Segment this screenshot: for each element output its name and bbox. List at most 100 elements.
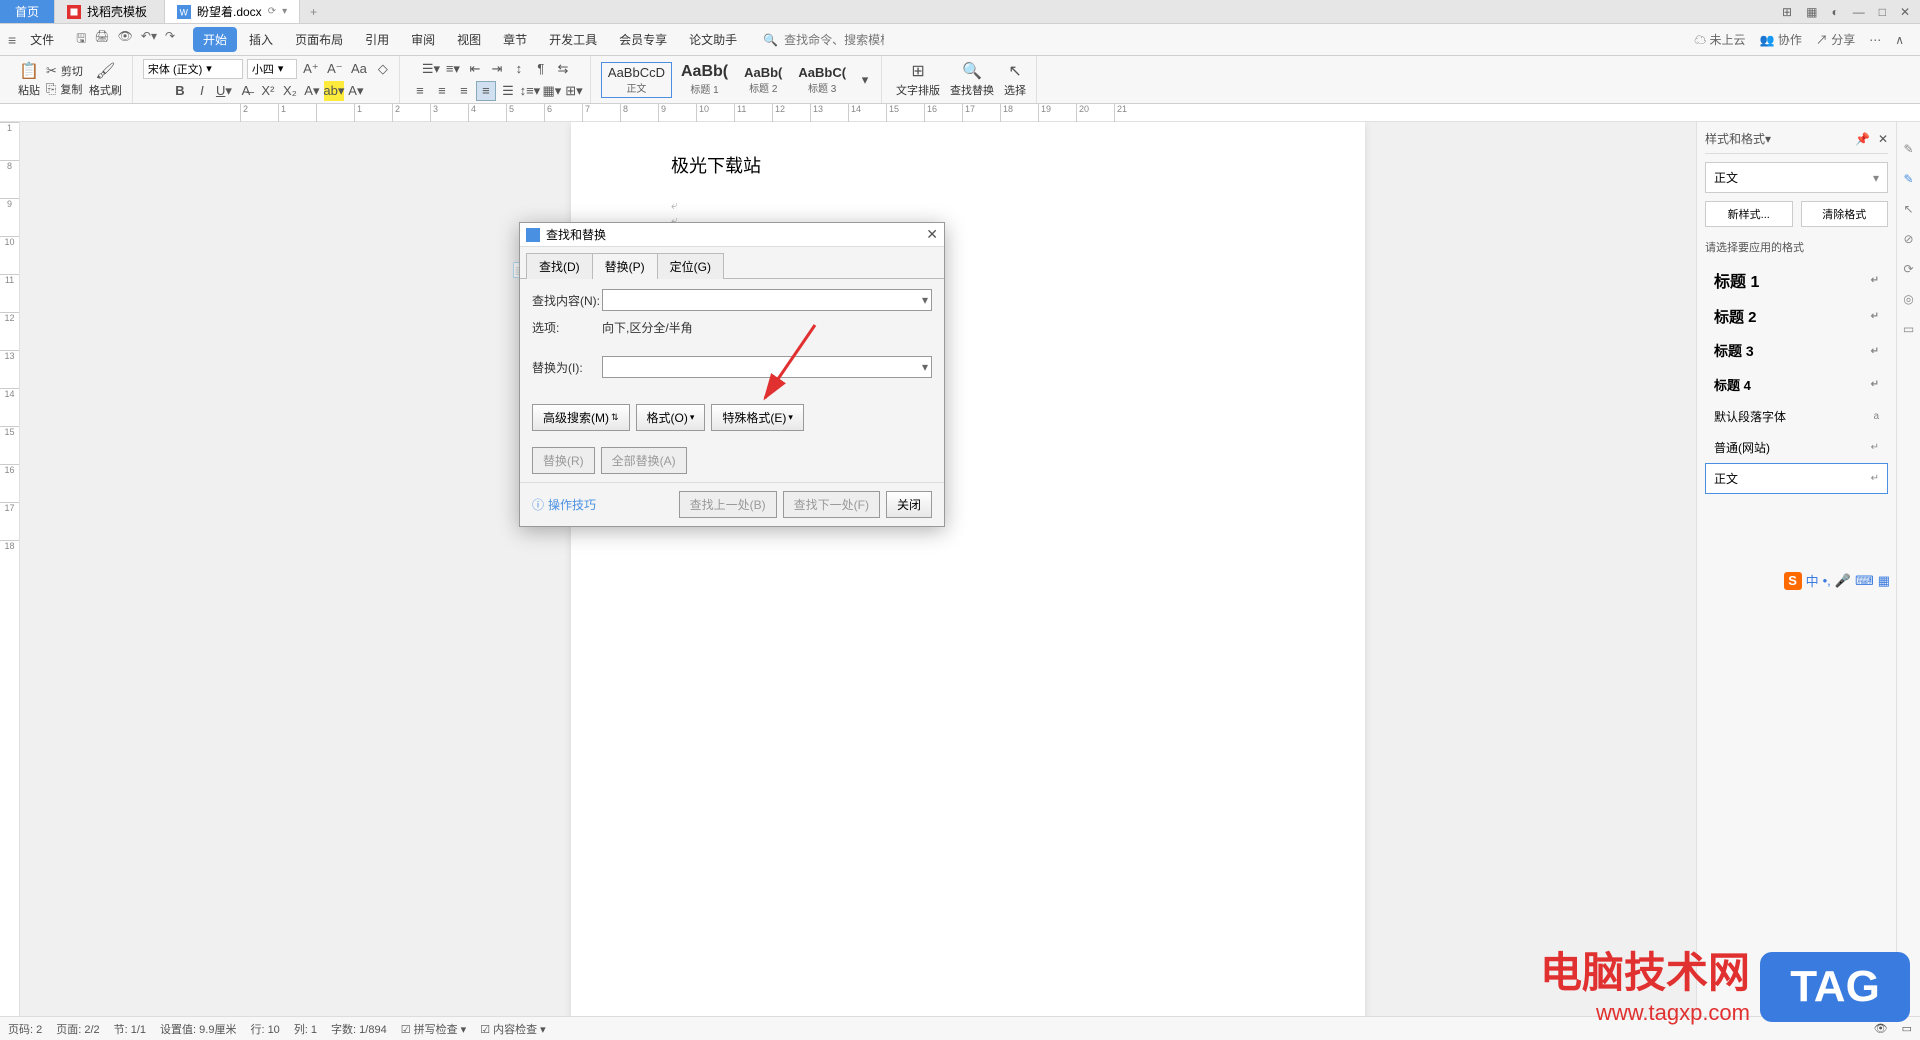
ime-menu-icon[interactable]: ▦	[1878, 573, 1890, 589]
chevron-down-icon[interactable]: ▾	[922, 293, 928, 307]
status-pages[interactable]: 页面: 2/2	[56, 1021, 99, 1037]
coop-button[interactable]: 👥 协作	[1760, 31, 1802, 48]
text-layout-button[interactable]: ⊞文字排版	[892, 59, 944, 100]
find-prev-button[interactable]: 查找上一处(B)	[679, 491, 777, 518]
close-icon[interactable]: ✕	[1900, 5, 1910, 19]
status-page[interactable]: 页码: 2	[8, 1021, 42, 1037]
style-normal[interactable]: AaBbCcD正文	[601, 62, 672, 98]
maximize-icon[interactable]: □	[1879, 5, 1886, 19]
status-words[interactable]: 字数: 1/894	[331, 1021, 387, 1037]
align-justify-button[interactable]: ≡	[476, 81, 496, 101]
status-position[interactable]: 设置值: 9.9厘米	[160, 1021, 236, 1037]
dialog-close-icon[interactable]: ✕	[926, 226, 938, 243]
style-more-button[interactable]: ▾	[855, 70, 875, 90]
rail-cloud-icon[interactable]: ⟳	[1903, 262, 1913, 276]
chevron-down-icon[interactable]: ▾	[922, 360, 928, 374]
copy-button[interactable]: ⎘复制	[46, 81, 83, 97]
hamburger-icon[interactable]: ≡	[8, 32, 16, 48]
save-icon[interactable]: 🖫	[76, 29, 86, 50]
font-size-select[interactable]: 小四▾	[247, 59, 297, 79]
menu-tab-view[interactable]: 视图	[447, 27, 491, 52]
replace-one-button[interactable]: 替换(R)	[532, 447, 595, 474]
distribute-button[interactable]: ☰	[498, 81, 518, 101]
indent-inc-button[interactable]: ⇥	[487, 59, 507, 79]
view-eye-icon[interactable]: 👁	[1874, 1022, 1888, 1035]
print-icon[interactable]: 🖨	[94, 29, 109, 50]
tab-sync-icon[interactable]: ⟳	[268, 6, 276, 17]
dialog-titlebar[interactable]: 查找和替换 ✕	[520, 223, 944, 247]
rail-limit-icon[interactable]: ⊘	[1903, 232, 1913, 246]
italic-button[interactable]: I	[192, 81, 212, 101]
ime-lang[interactable]: 中	[1806, 571, 1819, 590]
rail-select-icon[interactable]: ↖	[1903, 202, 1913, 216]
panel-close-icon[interactable]: ✕	[1878, 132, 1888, 146]
bullets-button[interactable]: ☰▾	[421, 59, 441, 79]
clear-format-button[interactable]: ◇	[373, 59, 393, 79]
sort-button[interactable]: ↕	[509, 59, 529, 79]
skin-icon[interactable]: ◐	[1831, 5, 1838, 19]
share-button[interactable]: ↗ 分享	[1816, 31, 1855, 48]
view-mode-icon[interactable]: ▭	[1902, 1022, 1912, 1035]
style-item-normal[interactable]: 正文↵	[1705, 463, 1888, 494]
collapse-icon[interactable]: ∧	[1895, 33, 1904, 47]
find-next-button[interactable]: 查找下一处(F)	[783, 491, 880, 518]
menu-search[interactable]: 🔍	[763, 33, 884, 47]
minimize-icon[interactable]: —	[1853, 5, 1865, 19]
redo-icon[interactable]: ↷	[165, 29, 175, 50]
close-button[interactable]: 关闭	[886, 491, 932, 518]
style-item-web[interactable]: 普通(网站)↵	[1705, 432, 1888, 463]
replace-input[interactable]: ▾	[602, 356, 932, 378]
preview-icon[interactable]: 👁	[118, 29, 133, 50]
ime-punct-icon[interactable]: •,	[1823, 573, 1831, 588]
align-right-button[interactable]: ≡	[454, 81, 474, 101]
menu-tab-member[interactable]: 会员专享	[609, 27, 677, 52]
pin-icon[interactable]: 📌	[1855, 132, 1870, 146]
new-style-button[interactable]: 新样式...	[1705, 201, 1793, 227]
status-line[interactable]: 行: 10	[250, 1021, 279, 1037]
tab-template[interactable]: 找稻壳模板	[55, 0, 165, 23]
format-button[interactable]: 格式(O)▾	[636, 404, 706, 431]
style-item-h2[interactable]: 标题 2↵	[1705, 299, 1888, 334]
font-color-button[interactable]: A▾	[302, 81, 322, 101]
font-name-select[interactable]: 宋体 (正文)▾	[143, 59, 243, 79]
tab-close-icon[interactable]: ▾	[282, 6, 287, 17]
find-input[interactable]: ▾	[602, 289, 932, 311]
more-icon[interactable]: ⋯	[1869, 33, 1881, 47]
menu-tab-insert[interactable]: 插入	[239, 27, 283, 52]
style-h1[interactable]: AaBb(标题 1	[674, 60, 735, 99]
rail-book-icon[interactable]: ▭	[1903, 322, 1914, 336]
indent-dec-button[interactable]: ⇤	[465, 59, 485, 79]
tab-document[interactable]: W 盼望着.docx ⟳ ▾	[165, 0, 300, 23]
menu-tab-layout[interactable]: 页面布局	[285, 27, 353, 52]
clear-format-button[interactable]: 清除格式	[1801, 201, 1889, 227]
align-center-button[interactable]: ≡	[432, 81, 452, 101]
bold-button[interactable]: B	[170, 81, 190, 101]
menu-tab-thesis[interactable]: 论文助手	[679, 27, 747, 52]
special-format-button[interactable]: 特殊格式(E)▾	[711, 404, 804, 431]
select-button[interactable]: ↖选择	[1000, 59, 1030, 100]
tab-button[interactable]: ⇆	[553, 59, 573, 79]
style-h2[interactable]: AaBb(标题 2	[737, 62, 789, 98]
status-col[interactable]: 列: 1	[294, 1021, 317, 1037]
sub-button[interactable]: X₂	[280, 81, 300, 101]
ime-toolbar[interactable]: S 中 •, 🎤 ⌨ ▦	[1784, 571, 1890, 590]
ime-keyboard-icon[interactable]: ⌨	[1855, 573, 1874, 589]
sogou-icon[interactable]: S	[1784, 572, 1802, 590]
tips-link[interactable]: ⓘ操作技巧	[532, 496, 596, 513]
underline-button[interactable]: U▾	[214, 81, 234, 101]
grid-icon[interactable]: ▦	[1806, 5, 1817, 19]
rail-style-icon[interactable]: ✎	[1903, 172, 1913, 186]
line-spacing-button[interactable]: ↕≡▾	[520, 81, 540, 101]
style-item-h1[interactable]: 标题 1↵	[1705, 261, 1888, 299]
paste-button[interactable]: 📋粘贴	[14, 59, 44, 100]
replace-all-button[interactable]: 全部替换(A)	[601, 447, 687, 474]
style-item-h3[interactable]: 标题 3↵	[1705, 334, 1888, 368]
style-h3[interactable]: AaBbC(标题 3	[791, 62, 853, 98]
cut-button[interactable]: ✂剪切	[46, 63, 83, 79]
menu-file[interactable]: 文件	[26, 31, 58, 48]
tab-add[interactable]: +	[300, 0, 327, 23]
menu-tab-ref[interactable]: 引用	[355, 27, 399, 52]
tab-goto[interactable]: 定位(G)	[657, 253, 724, 279]
brush-button[interactable]: 🖌格式刷	[85, 59, 126, 100]
tab-replace[interactable]: 替换(P)	[592, 253, 658, 279]
